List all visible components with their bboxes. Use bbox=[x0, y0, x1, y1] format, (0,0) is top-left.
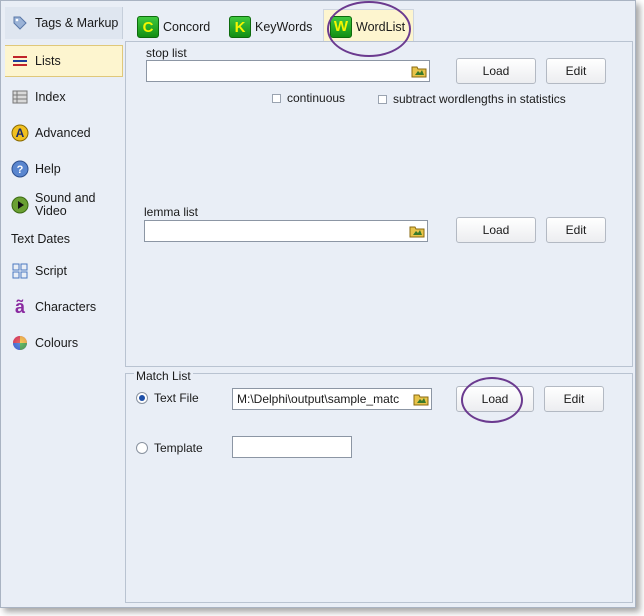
keywords-icon: K bbox=[229, 16, 251, 38]
sidebar-item-label: Tags & Markup bbox=[35, 15, 119, 30]
sidebar-item-label: Sound and Video bbox=[35, 191, 96, 218]
stop-list-label: stop list bbox=[146, 46, 187, 60]
sidebar-item-label: Index bbox=[35, 89, 66, 104]
sidebar-item-advanced[interactable]: A Advanced bbox=[5, 117, 123, 149]
colours-icon bbox=[11, 334, 29, 352]
stop-list-edit-button[interactable]: Edit bbox=[546, 58, 606, 84]
lemma-list-load-button[interactable]: Load bbox=[456, 217, 536, 243]
lemma-list-label: lemma list bbox=[144, 205, 199, 219]
text-file-radio[interactable] bbox=[136, 392, 148, 404]
match-list-edit-button[interactable]: Edit bbox=[544, 386, 604, 412]
subtract-wordlengths-checkbox[interactable] bbox=[378, 95, 387, 104]
template-label: Template bbox=[154, 441, 203, 455]
help-icon: ? bbox=[11, 160, 29, 178]
sidebar-item-label: Advanced bbox=[35, 125, 91, 140]
tab-label: Concord bbox=[163, 20, 211, 34]
sidebar-item-text-dates[interactable]: Text Dates bbox=[5, 223, 123, 255]
match-list-group: Match List Text File M:\Delphi\output\sa… bbox=[125, 369, 633, 603]
advanced-icon: A bbox=[11, 124, 29, 142]
sidebar-item-label: Colours bbox=[35, 335, 79, 350]
text-file-field[interactable]: M:\Delphi\output\sample_matc bbox=[232, 388, 432, 410]
subtract-wordlengths-label: subtract wordlengths in statistics bbox=[393, 92, 566, 106]
svg-text:?: ? bbox=[17, 164, 24, 176]
sidebar-item-lists[interactable]: Lists bbox=[5, 45, 123, 77]
lemma-list-edit-button[interactable]: Edit bbox=[546, 217, 606, 243]
sidebar-item-label: Lists bbox=[35, 53, 61, 68]
play-icon bbox=[11, 196, 29, 214]
stop-list-field[interactable] bbox=[146, 60, 430, 82]
wordlist-settings-panel: stop list Load Edit continuous subtract … bbox=[125, 41, 633, 367]
tab-bar: C Concord K KeyWords W WordList bbox=[125, 7, 633, 43]
list-icon bbox=[11, 52, 29, 70]
sidebar-item-script[interactable]: Script bbox=[5, 255, 123, 287]
tab-keywords[interactable]: K KeyWords bbox=[223, 11, 321, 43]
continuous-label: continuous bbox=[287, 91, 346, 105]
sidebar-item-label: Characters bbox=[35, 299, 97, 314]
tab-label: KeyWords bbox=[255, 20, 313, 34]
folder-icon[interactable] bbox=[409, 223, 425, 239]
lemma-list-field[interactable] bbox=[144, 220, 428, 242]
sidebar-item-characters[interactable]: ã Characters bbox=[5, 291, 123, 323]
characters-icon: ã bbox=[14, 296, 25, 317]
sidebar-item-tags-markup[interactable]: Tags & Markup bbox=[5, 7, 123, 39]
sidebar-item-label: Script bbox=[35, 263, 67, 278]
sidebar-item-help[interactable]: ? Help bbox=[5, 153, 123, 185]
folder-icon[interactable] bbox=[413, 391, 429, 407]
svg-text:A: A bbox=[16, 126, 25, 140]
match-list-legend: Match List bbox=[134, 369, 193, 383]
sidebar-item-sound-video[interactable]: Sound and Video bbox=[5, 189, 123, 221]
template-field[interactable] bbox=[232, 436, 352, 458]
tab-concord[interactable]: C Concord bbox=[131, 11, 219, 43]
sidebar-item-label: Text Dates bbox=[11, 231, 71, 246]
script-icon bbox=[11, 262, 29, 280]
sidebar-item-label: Help bbox=[35, 161, 61, 176]
sidebar-item-colours[interactable]: Colours bbox=[5, 327, 123, 359]
stop-list-load-button[interactable]: Load bbox=[456, 58, 536, 84]
match-list-load-button[interactable]: Load bbox=[456, 386, 534, 412]
template-radio[interactable] bbox=[136, 442, 148, 454]
text-file-label: Text File bbox=[154, 391, 199, 405]
continuous-checkbox[interactable] bbox=[272, 94, 281, 103]
tag-icon bbox=[11, 14, 29, 32]
tab-wordlist[interactable]: W WordList bbox=[323, 9, 415, 43]
sidebar-item-index[interactable]: Index bbox=[5, 81, 123, 113]
folder-icon[interactable] bbox=[411, 63, 427, 79]
concord-icon: C bbox=[137, 16, 159, 38]
sidebar: Tags & Markup Lists Index A Advanced ? H… bbox=[1, 1, 125, 607]
tab-label: WordList bbox=[356, 19, 406, 34]
wordlist-icon: W bbox=[330, 15, 352, 38]
index-icon bbox=[11, 88, 29, 106]
settings-window: Tags & Markup Lists Index A Advanced ? H… bbox=[0, 0, 636, 608]
